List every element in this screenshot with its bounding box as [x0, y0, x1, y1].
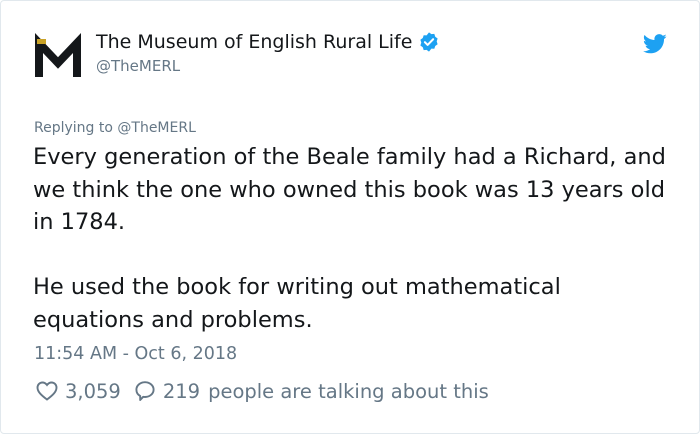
- tweet-card: M The Museum of English Rural Life @TheM…: [0, 0, 700, 434]
- tweet-text: Every generation of the Beale family had…: [33, 141, 673, 336]
- verified-badge-icon: [420, 32, 439, 52]
- replying-to-prefix: Replying to: [34, 120, 113, 136]
- replying-to-line: Replying to @TheMERL: [34, 120, 196, 136]
- like-count[interactable]: 3,059: [65, 380, 121, 403]
- talking-label[interactable]: people are talking about this: [208, 380, 489, 403]
- twitter-bird-icon[interactable]: [643, 33, 667, 55]
- museum-logo-icon[interactable]: M: [35, 32, 81, 79]
- author-name-row[interactable]: The Museum of English Rural Life: [96, 31, 440, 53]
- tweet-paragraph-2: He used the book for writing out mathema…: [33, 274, 561, 333]
- author-name[interactable]: The Museum of English Rural Life: [96, 31, 412, 53]
- replying-to-handle[interactable]: @TheMERL: [117, 120, 196, 136]
- engagement-bar: 3,059 219 people are talking about this: [35, 379, 489, 403]
- tweet-paragraph-1: Every generation of the Beale family had…: [33, 144, 666, 235]
- talking-count[interactable]: 219: [163, 380, 200, 403]
- tweet-timestamp[interactable]: 11:54 AM - Oct 6, 2018: [34, 344, 237, 364]
- comment-bubble-icon[interactable]: [133, 379, 157, 403]
- heart-icon[interactable]: [35, 379, 59, 403]
- author-handle[interactable]: @TheMERL: [96, 57, 180, 75]
